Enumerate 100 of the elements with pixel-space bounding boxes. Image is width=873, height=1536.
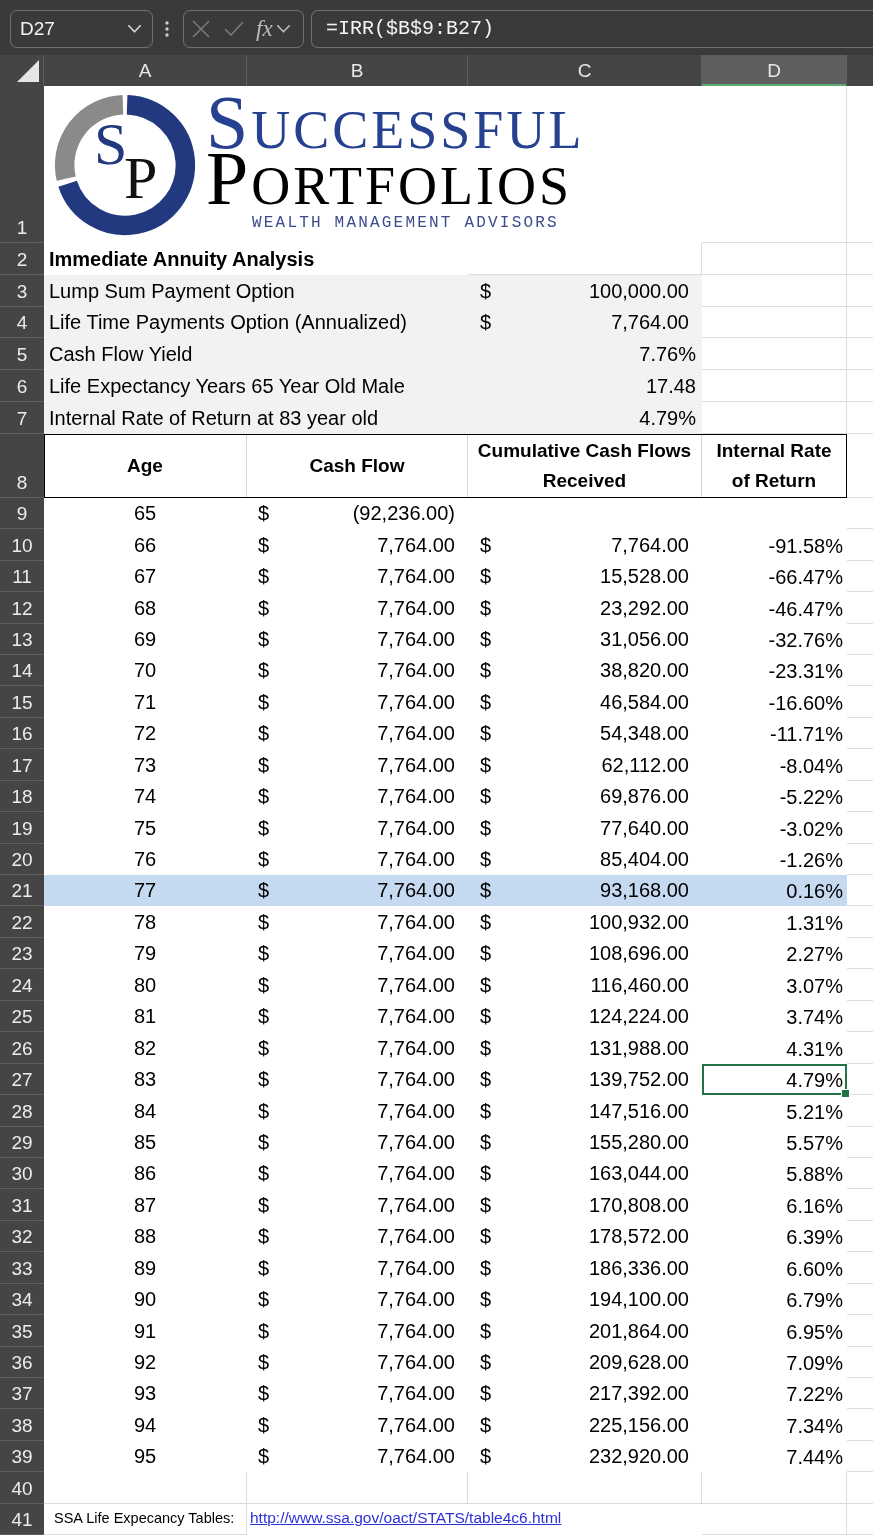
currency-symbol: $ [480,595,492,620]
cell-value: 7,764.00 [377,1255,455,1280]
table-cell-text: 70 [132,658,158,684]
row-header[interactable]: 38 [0,1409,44,1441]
caret-icon[interactable] [128,24,141,33]
currency-symbol: $ [258,1350,270,1375]
currency-symbol: $ [258,1318,270,1343]
table-cell: Internal Rate of Return at 83 year old [44,402,468,434]
table-cell-text: 7.09% [785,1351,844,1377]
url-link[interactable]: http://www.ssa.gov/oact/STATS/table4c6.html [250,1506,562,1531]
currency-symbol: $ [258,1129,270,1154]
cell-value: 7,764.00 [377,1192,455,1217]
row-header[interactable]: 19 [0,812,44,844]
table-cell: 17.48 [468,370,702,402]
caret-icon[interactable] [276,24,290,33]
row-header[interactable]: 6 [0,370,44,402]
column-header[interactable]: A [44,55,247,86]
row-header[interactable]: 28 [0,1095,44,1127]
logo-title: PORTFOLIOS [206,153,573,210]
column-heading: Cash Flow [247,433,468,498]
currency-symbol: $ [258,1004,270,1029]
currency-symbol: $ [258,1161,270,1186]
currency-symbol: $ [480,1350,492,1375]
currency-symbol: $ [258,847,270,872]
cell-value: (92,236.00) [352,501,455,526]
row-header[interactable]: 9 [0,497,44,530]
row-header[interactable]: 11 [0,560,44,593]
currency-symbol: $ [258,815,270,840]
table-cell-text: 85 [132,1129,158,1155]
fill-handle[interactable] [841,1089,850,1099]
row-header[interactable]: 5 [0,338,44,371]
table-cell-text: 1.31% [785,910,844,936]
row-header[interactable]: 31 [0,1189,44,1221]
column-header[interactable]: B [247,55,468,86]
table-cell-text: 7.34% [785,1413,844,1439]
row-header[interactable]: 35 [0,1315,44,1347]
table-cell-text: 3.74% [785,1005,844,1031]
currency-symbol: $ [480,310,492,335]
row-header[interactable]: 41 [0,1503,44,1536]
row-header[interactable]: 4 [0,306,44,339]
insert-function-button[interactable]: fx [256,17,273,40]
row-header[interactable]: 24 [0,969,44,1001]
row-header[interactable]: 29 [0,1126,44,1158]
currency-symbol: $ [480,847,492,872]
column-heading: Age [44,433,247,498]
currency-symbol: $ [480,878,492,903]
row-header[interactable]: 2 [0,243,44,275]
row-header[interactable]: 3 [0,274,44,307]
cell-value: 69,876.00 [600,784,689,809]
row-header[interactable]: 23 [0,937,44,970]
currency-symbol: $ [480,1255,492,1280]
row-header[interactable]: 32 [0,1220,44,1253]
column-header[interactable]: D [702,55,847,86]
row-header[interactable]: 20 [0,843,44,876]
formula-field[interactable]: =IRR($B$9:B27) [311,9,873,48]
table-cell-text: 6.16% [785,1193,844,1219]
cell-value: 155,280.00 [588,1129,689,1154]
row-header[interactable]: 16 [0,717,44,750]
cell-value: 7,764.00 [377,847,455,872]
row-header[interactable]: 15 [0,686,44,718]
cell-value: 7,764.00 [377,1287,455,1312]
row-header[interactable]: 26 [0,1032,44,1064]
table-cell-text: -91.58% [767,533,844,559]
row-header[interactable]: 22 [0,906,44,938]
row-header[interactable]: 14 [0,654,44,687]
row-header[interactable]: 39 [0,1440,44,1473]
row-header[interactable]: 17 [0,749,44,781]
row-header[interactable]: 36 [0,1346,44,1379]
row-header[interactable]: 21 [0,875,44,907]
check-icon[interactable] [224,21,244,36]
cell-value: 178,572.00 [588,1224,689,1249]
row-header[interactable]: 12 [0,592,44,624]
cell-value: 147,516.00 [588,1098,689,1123]
table-cell: 7.76% [468,338,702,371]
currency-symbol: $ [258,909,270,934]
row-header[interactable]: 13 [0,623,44,655]
row-header[interactable]: 10 [0,529,44,561]
vertical-dots-icon[interactable] [165,20,169,37]
table-cell-text: 6.39% [785,1225,844,1251]
row-header[interactable]: 34 [0,1283,44,1316]
table-cell-text: 7.44% [785,1445,844,1471]
row-header[interactable]: 40 [0,1472,44,1504]
row-header[interactable]: 7 [0,402,44,434]
table-cell-text: 69 [132,626,158,652]
row-header[interactable]: 18 [0,780,44,813]
row-header[interactable]: 30 [0,1157,44,1190]
table-cell-text: 86 [132,1161,158,1187]
row-header[interactable]: 27 [0,1063,44,1096]
row-header[interactable]: 1 [0,86,44,243]
name-box[interactable]: D27 [10,9,153,48]
row-header[interactable]: 33 [0,1252,44,1284]
close-icon[interactable] [192,19,210,38]
table-cell: SSA Life Expecancy Tables: [44,1503,247,1536]
row-header[interactable]: 25 [0,1000,44,1033]
cell-value: 23,292.00 [600,595,689,620]
row-header[interactable]: 8 [0,433,44,498]
table-cell-text: 91 [132,1318,158,1344]
cell-value: 54,348.00 [600,721,689,746]
logo-title: SUCCESSFUL [206,97,585,154]
row-header[interactable]: 37 [0,1378,44,1410]
